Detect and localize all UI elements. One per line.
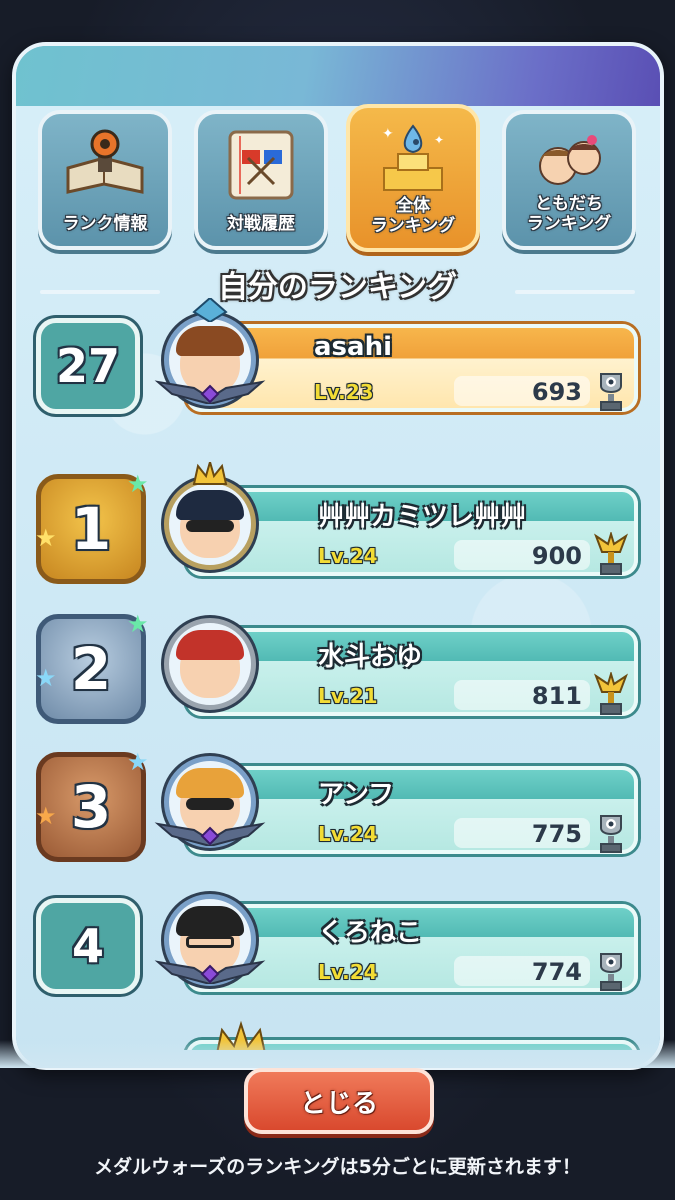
rank-number: 1 [70,495,112,563]
star-icon: ★ [127,610,149,638]
gold-trophy-icon [594,532,628,575]
ranking-row[interactable]: 1 ★ ★ 艸艸カミツレ艸艸 Lv.24 900 [35,462,642,588]
trophy-icon [600,953,622,991]
player-name: 水斗おゆ [318,642,423,672]
star-icon: ★ [35,664,57,692]
my-ranking-row[interactable]: 27 asahi Lv.23 693 [36,298,642,424]
rank-frame-icon [154,822,266,846]
friends-ranking-icon [539,135,601,185]
crown-icon [192,462,228,485]
tab-bar: ランク情報 対戦履歴 ✦ ✦ 全体 ランキング ともだち ランキング [38,104,638,260]
svg-text:✦: ✦ [434,133,444,147]
battle-history-icon [228,130,294,200]
rank-number: 2 [70,635,112,703]
player-avatar [154,298,266,416]
rank-number: 27 [55,339,120,393]
rank-frame-icon [154,960,266,984]
player-level: Lv.23 [314,380,374,404]
player-score: 774 [531,958,582,986]
player-avatar [154,884,266,996]
sunglasses [186,520,234,532]
tab-battle-history[interactable]: 対戦履歴 [194,110,328,250]
trophy-icon [600,815,622,853]
player-avatar [154,608,266,720]
tab-rank-info[interactable]: ランク情報 [38,110,172,250]
rank-number: 3 [70,773,112,841]
tab-label: ともだち ランキング [526,194,612,234]
panel-header [16,46,660,110]
player-score: 693 [531,378,582,406]
tab-overall-ranking[interactable]: ✦ ✦ 全体 ランキング [346,104,480,252]
gold-medal-badge: 1 ★ ★ [35,470,149,584]
star-icon: ★ [127,470,149,498]
player-avatar [154,746,266,858]
rank-frame-icon [154,380,266,404]
player-level: Lv.21 [318,684,378,708]
trophy-icon [600,373,622,411]
footer-note: メダルウォーズのランキングは5分ごとに更新されます！ [94,1156,581,1178]
tab-label: ランク情報 [62,214,148,234]
player-name: 艸艸カミツレ艸艸 [318,502,527,532]
rank-info-icon [66,129,144,194]
close-button[interactable]: とじる [244,1068,434,1134]
rank-badge: 4 [36,898,140,994]
ranking-row[interactable]: 2 ★ ★ 水斗おゆ Lv.21 811 [35,608,642,728]
overall-ranking-icon: ✦ ✦ [382,124,444,191]
ranking-row[interactable]: 3 ★ ★ アンフ Lv.24 775 [35,746,642,866]
tab-friends-ranking[interactable]: ともだち ランキング [502,110,636,250]
player-level: Lv.24 [318,544,378,568]
player-score: 900 [531,542,582,570]
section-title: 自分のランキング [217,270,458,305]
ranking-row[interactable]: 4 くろねこ Lv.24 774 [36,884,642,1004]
player-level: Lv.24 [318,822,378,846]
star-icon: ★ [35,802,57,830]
tab-label: 対戦履歴 [227,214,295,234]
tab-label: 全体 ランキング [370,196,456,236]
bronze-medal-badge: 3 ★ ★ [35,748,149,862]
player-score: 775 [531,820,582,848]
gold-trophy-icon [594,672,628,715]
star-icon: ★ [127,748,149,776]
rank-badge: 27 [36,318,140,414]
player-name: アンフ [318,780,395,810]
crest-icon [192,298,228,322]
star-icon: ★ [35,524,57,552]
player-avatar [154,462,266,580]
player-name: asahi [314,332,392,362]
list-fade [0,1040,675,1068]
player-name: くろねこ [318,918,423,948]
player-score: 811 [531,682,582,710]
close-button-label: とじる [299,1088,378,1119]
rank-number: 4 [71,919,104,973]
silver-medal-badge: 2 ★ ★ [35,610,149,724]
svg-text:✦: ✦ [382,126,394,142]
player-level: Lv.24 [318,960,378,984]
